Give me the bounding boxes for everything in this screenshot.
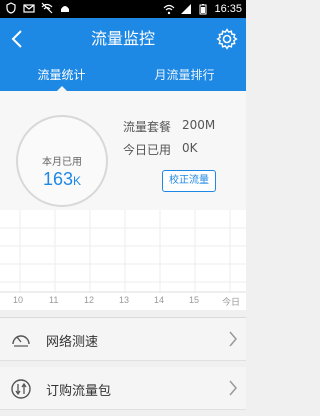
usage-summary: 本月已用 163K 流量套餐 200M 今日已用 0K 校正流量	[0, 91, 246, 210]
usage-circle: 本月已用 163K	[16, 115, 108, 207]
page-title: 流量监控	[90, 29, 155, 48]
list-item-buy-traffic[interactable]: 订购流量包	[0, 367, 246, 410]
wifi-icon	[164, 4, 175, 15]
x-tick: 今日	[222, 297, 241, 307]
shield-icon	[6, 2, 16, 14]
chevron-right-icon	[229, 380, 237, 396]
month-used-number: 163	[42, 169, 74, 189]
x-tick: 13	[119, 295, 130, 305]
wifi-off-icon	[41, 2, 53, 14]
chevron-right-icon	[229, 331, 237, 347]
month-used-label: 本月已用	[42, 157, 82, 168]
calibrate-button[interactable]: 校正流量	[162, 170, 216, 192]
x-tick: 14	[154, 295, 165, 305]
gear-icon[interactable]	[216, 28, 238, 50]
daily-usage-chart: 10 11 12 13 14 15 今日	[0, 210, 246, 310]
month-used-value: 163K	[18, 169, 106, 190]
list-item-label: 网络测速	[46, 335, 99, 350]
x-tick: 11	[49, 295, 59, 305]
plan-value: 200M	[182, 118, 216, 132]
tab-bar: 流量统计 月流量排行	[0, 60, 246, 91]
status-bar: 16:35	[0, 0, 246, 18]
plan-label: 流量套餐	[123, 120, 172, 134]
clock: 16:35	[214, 3, 242, 15]
x-tick: 10	[13, 295, 24, 305]
battery-icon	[199, 4, 207, 15]
chart-x-axis: 10 11 12 13 14 15 今日	[0, 295, 246, 309]
list-item-label: 订购流量包	[46, 384, 112, 399]
today-used-label: 今日已用	[123, 143, 172, 157]
tab-monthly-ranking[interactable]: 月流量排行	[123, 60, 246, 91]
list-item-speed-test[interactable]: 网络测速	[0, 318, 246, 361]
x-tick: 15	[189, 295, 200, 305]
signal-icon	[181, 4, 192, 14]
traffic-package-icon	[11, 379, 31, 399]
today-used-value: 0K	[182, 141, 198, 155]
month-used-unit: K	[73, 174, 82, 188]
mail-icon	[23, 4, 35, 13]
speedometer-icon	[12, 335, 30, 347]
tools-list: 网络测速 订购流量包	[0, 318, 246, 410]
android-icon	[61, 6, 69, 12]
app-bar: 流量监控	[0, 18, 246, 60]
x-tick: 12	[84, 295, 95, 305]
